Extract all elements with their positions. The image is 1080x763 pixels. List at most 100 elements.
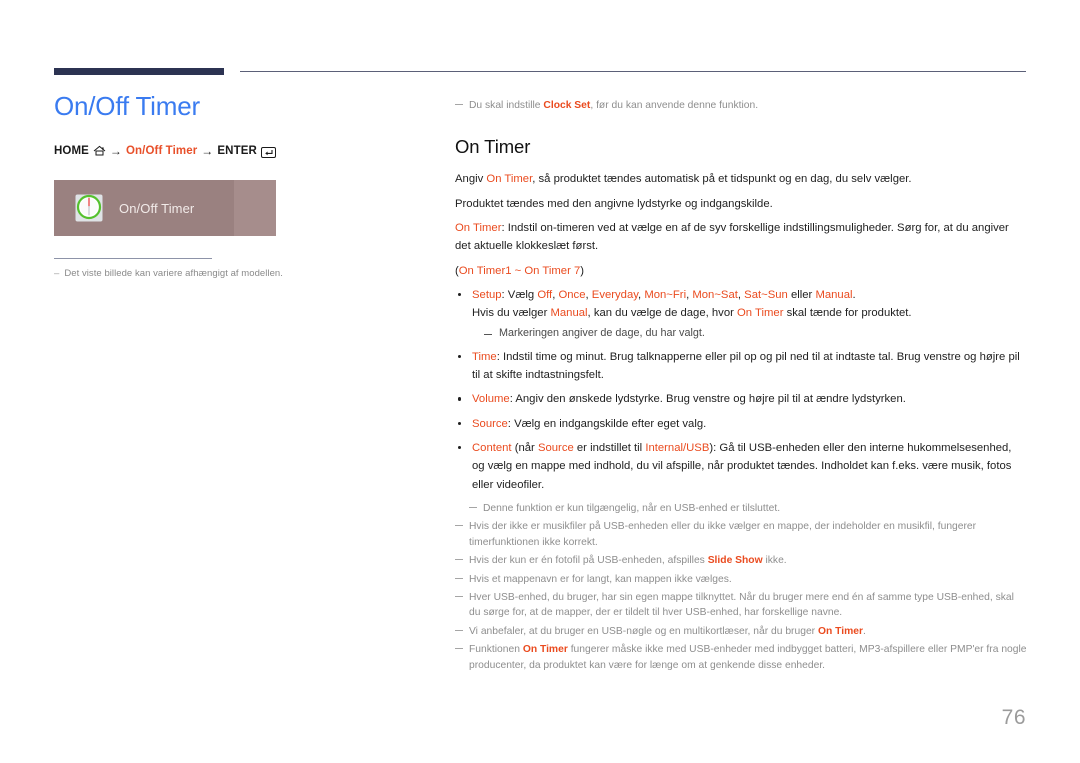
bullet-setup-opt-satsun: Sat~Sun (744, 288, 788, 301)
left-note-dash: – (54, 268, 60, 280)
bullet-time: Time: Indstil time og minut. Brug talkna… (455, 348, 1027, 385)
bullet-content-source-accent: Source (537, 441, 574, 454)
bullet-setup-subnote: Markeringen angiver de dage, du har valg… (472, 325, 1027, 342)
bullet-volume: Volume: Angiv den ønskede lydstyrke. Bru… (455, 390, 1027, 408)
note-3-text: Hvis der kun er én fotofil på USB-enhede… (469, 553, 787, 568)
header-rule-thick (54, 68, 224, 75)
paragraph-1: Angiv On Timer, så produktet tændes auto… (455, 170, 1027, 188)
paragraph-3: On Timer: Indstil on-timeren ved at vælg… (455, 219, 1027, 256)
header-rule (54, 68, 1026, 76)
note-1-text: Denne funktion er kun tilgængelig, når e… (483, 502, 781, 514)
breadcrumb-arrow-2: → (201, 143, 214, 158)
bullet-setup-line1-end: . (852, 288, 856, 301)
bullet-setup-opt-off: Off (537, 288, 553, 301)
section-heading-on-timer: On Timer (455, 136, 531, 158)
note-dash-icon (455, 559, 463, 561)
note-dash-icon (455, 629, 463, 631)
note-3: Hvis der kun er én fotofil på USB-enhede… (455, 553, 1027, 568)
note-7-text: Funktionen On Timer fungerer måske ikke … (469, 642, 1027, 673)
bullet-setup-opt-monfri: Mon~Fri (644, 288, 687, 301)
bullet-setup-line2-b: , kan du vælge de dage, hvor (587, 307, 738, 320)
enter-key-icon (260, 147, 276, 159)
top-note-accent: Clock Set (543, 100, 591, 111)
bullet-setup-opt-once: Once (558, 288, 586, 301)
p3-text: : Indstil on-timeren ved at vælge en af … (455, 222, 1009, 253)
settings-bullet-list: Setup: Vælg Off, Once, Everyday, Mon~Fri… (455, 286, 1027, 494)
bullet-setup-opt-manual: Manual (815, 288, 853, 301)
bullet-setup-opt-monsat: Mon~Sat (692, 288, 738, 301)
note-5-text: Hver USB-enhed, du bruger, har sin egen … (469, 592, 1014, 619)
top-note-before: Du skal indstille (469, 100, 544, 111)
note-6-b: . (862, 625, 866, 637)
bullet-source-text: : Vælg en indgangskilde efter eget valg. (507, 417, 707, 430)
p4-a: On Timer1 (458, 264, 512, 277)
bullet-setup-line2-c: skal tænde for produktet. (783, 307, 912, 320)
note-dash-icon (455, 596, 463, 598)
note-2: Hvis der ikke er musikfiler på USB-enhed… (455, 519, 1027, 550)
note-4-text: Hvis et mappenavn er for langt, kan mapp… (469, 573, 732, 585)
note-3-a: Hvis der kun er én fotofil på USB-enhede… (469, 555, 708, 567)
page-title: On/Off Timer (54, 91, 200, 121)
timer-dial-icon (74, 193, 104, 223)
p4-b: On Timer 7 (524, 264, 581, 277)
breadcrumb-enter-label: ENTER (217, 145, 257, 158)
bullet-setup-line2-manual: Manual (550, 307, 588, 320)
left-column: On/Off Timer HOME → On/Off Timer → ENTER (54, 91, 414, 281)
note-dash-icon (469, 506, 477, 508)
note-6-text: Vi anbefaler, at du bruger en USB-nøgle … (469, 624, 866, 639)
note-7: Funktionen On Timer fungerer måske ikke … (455, 642, 1027, 673)
top-note-text: Du skal indstille Clock Set, før du kan … (469, 98, 758, 113)
home-icon (93, 145, 106, 158)
bullet-content-a: (når (511, 441, 538, 454)
p1-accent: On Timer (486, 173, 533, 186)
bullet-setup: Setup: Vælg Off, Once, Everyday, Mon~Fri… (455, 286, 1027, 342)
note-2-text: Hvis der ikke er musikfiler på USB-enhed… (469, 521, 977, 548)
bullet-setup-opt-everyday: Everyday (591, 288, 639, 301)
right-column: Du skal indstille Clock Set, før du kan … (455, 98, 1027, 676)
bullet-setup-label: Setup (472, 288, 502, 301)
note-7-a: Funktionen (469, 644, 523, 656)
breadcrumb-menu-label: On/Off Timer (126, 145, 198, 158)
bullet-time-label: Time (472, 350, 497, 363)
menu-screenshot-thumbnail: On/Off Timer (54, 180, 276, 237)
page-number: 76 (1001, 706, 1026, 729)
bullet-setup-subnote-text: Markeringen angiver de dage, du har valg… (499, 326, 705, 339)
subnote-dash-icon (484, 333, 492, 335)
bullet-setup-or: eller (787, 288, 816, 301)
bullet-content-label: Content (472, 441, 512, 454)
p1-a: Angiv (455, 173, 487, 186)
bullet-source: Source: Vælg en indgangskilde efter eget… (455, 415, 1027, 433)
bullet-time-text: : Indstil time og minut. Brug talknapper… (472, 350, 1020, 382)
p3-accent: On Timer (455, 222, 502, 235)
left-note: – Det viste billede kan variere afhængig… (54, 267, 414, 280)
thumbnail-label: On/Off Timer (119, 200, 195, 216)
bullet-volume-text: : Angiv den ønskede lydstyrke. Brug vens… (509, 393, 906, 406)
bullet-setup-line2-a: Hvis du vælger (472, 307, 551, 320)
note-dash-icon (455, 525, 463, 527)
note-dash-icon (455, 577, 463, 579)
bullet-volume-label: Volume (472, 393, 510, 406)
note-dash-icon (455, 104, 463, 105)
bullet-content-internalusb-accent: Internal/USB (645, 441, 710, 454)
breadcrumb-home-label: HOME (54, 145, 89, 158)
document-page: On/Off Timer HOME → On/Off Timer → ENTER (0, 0, 1080, 763)
left-note-text: Det viste billede kan variere afhængigt … (64, 268, 283, 280)
note-3-accent: Slide Show (707, 555, 763, 567)
left-note-divider (54, 258, 212, 260)
bullet-content: Content (når Source er indstillet til In… (455, 439, 1027, 494)
note-6-a: Vi anbefaler, at du bruger en USB-nøgle … (469, 625, 818, 637)
note-4: Hvis et mappenavn er for langt, kan mapp… (455, 572, 1027, 587)
breadcrumb-arrow-1: → (109, 143, 123, 158)
bullet-setup-line2-ontimer: On Timer (737, 307, 784, 320)
p4-close: ) (580, 264, 585, 277)
note-3-b: ikke. (762, 555, 787, 567)
paragraph-4-range: (On Timer1 ~ On Timer 7) (455, 262, 1027, 280)
header-rule-thin (240, 71, 1026, 72)
bullet-source-label: Source (472, 417, 508, 430)
note-6-accent: On Timer (817, 625, 863, 637)
p1-b: , så produktet tændes automatisk på et t… (532, 173, 912, 186)
note-1: Denne funktion er kun tilgængelig, når e… (455, 501, 1027, 516)
thumbnail-right-panel (234, 180, 276, 237)
top-note: Du skal indstille Clock Set, før du kan … (455, 98, 1027, 113)
bullet-setup-line1-a: : Vælg (501, 288, 538, 301)
